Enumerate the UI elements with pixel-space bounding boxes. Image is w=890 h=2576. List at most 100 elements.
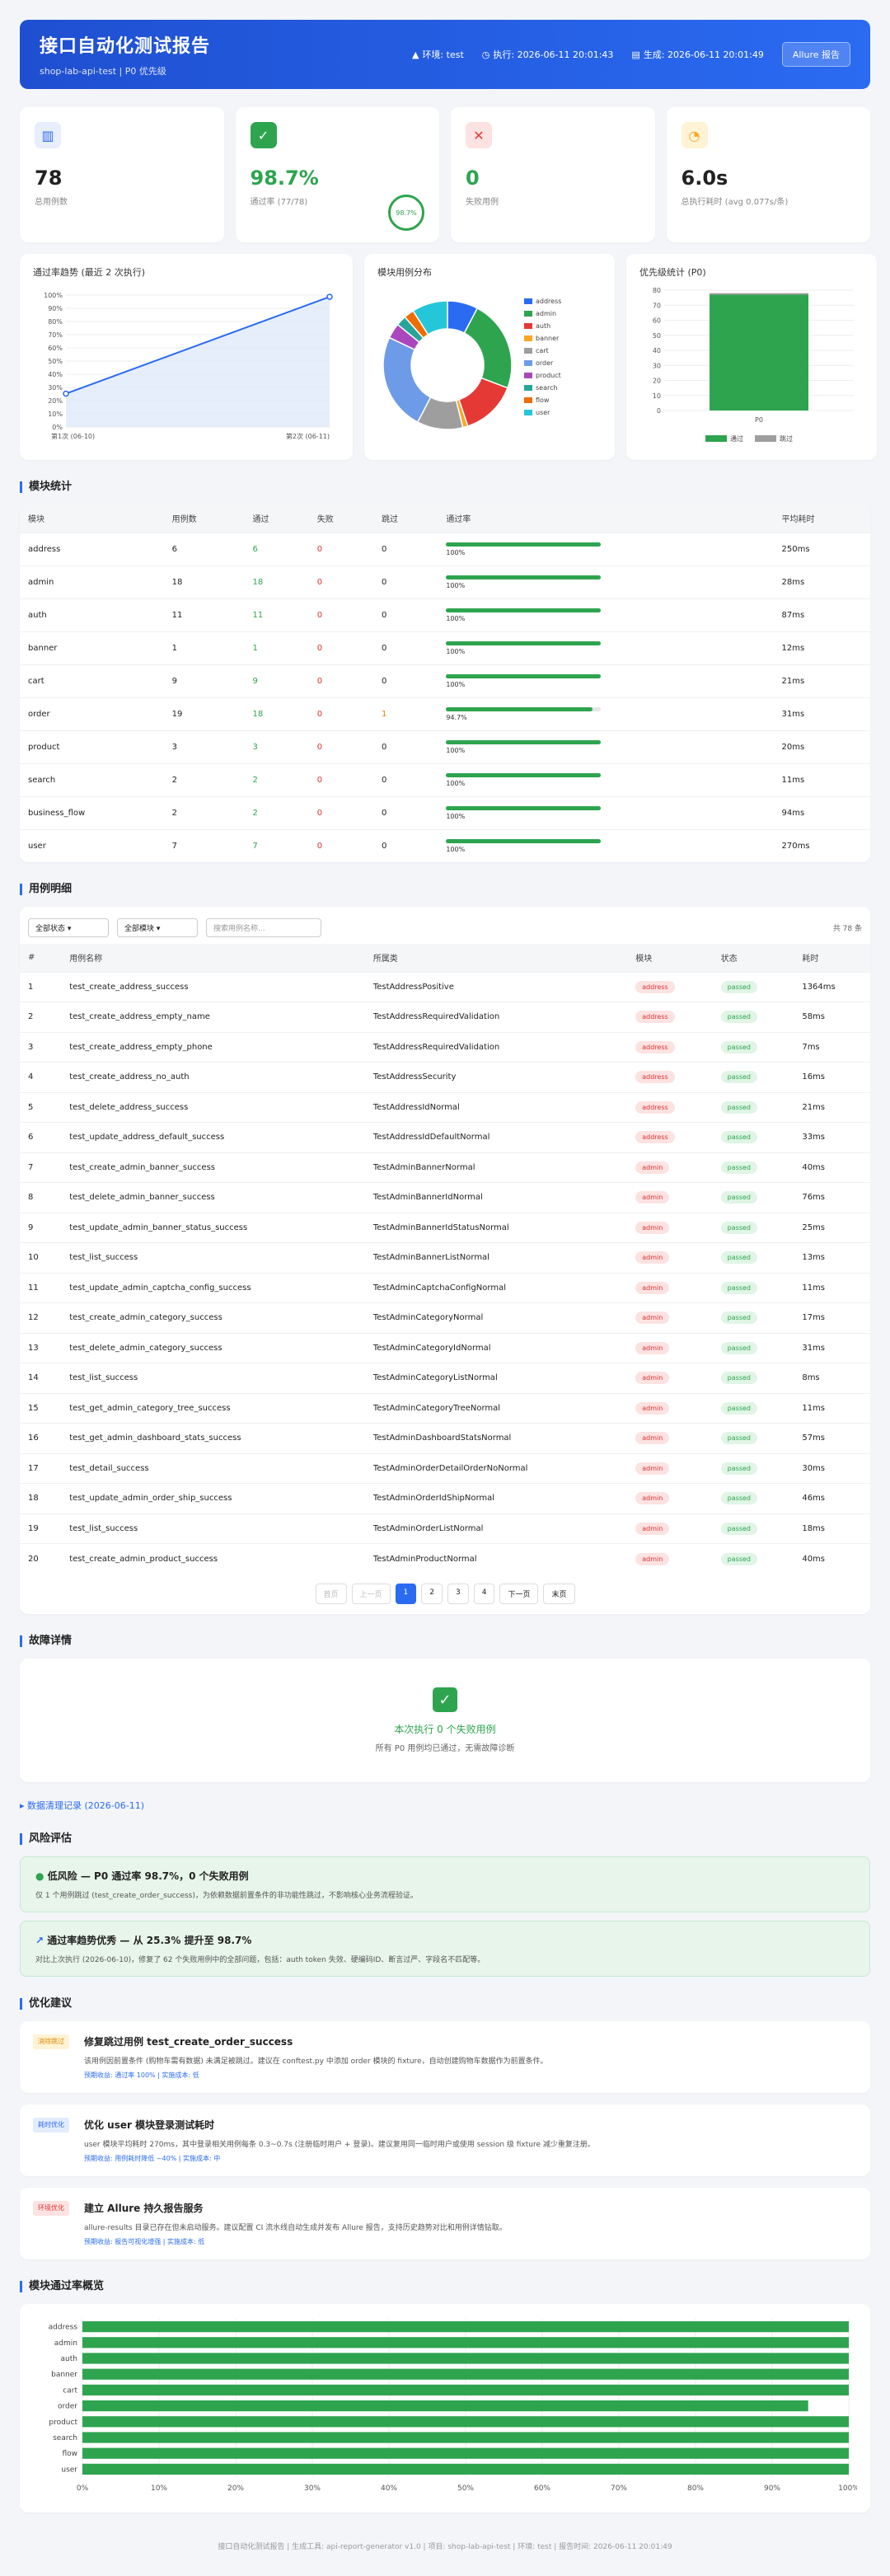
column-header: 模块 bbox=[20, 504, 164, 533]
module-filter-select[interactable]: 全部模块 ▾ bbox=[117, 918, 198, 937]
table-row[interactable]: 9 test_update_admin_banner_status_success… bbox=[20, 1212, 870, 1243]
case-index: 12 bbox=[20, 1302, 62, 1333]
table-row[interactable]: 19 test_list_success TestAdminOrderListNor… bbox=[20, 1513, 870, 1544]
table-row[interactable]: 20 test_create_admin_product_success TestA… bbox=[20, 1543, 870, 1574]
table-row[interactable]: 8 test_delete_admin_banner_success TestAdm… bbox=[20, 1182, 870, 1213]
table-row[interactable]: 6 test_update_address_default_success Test… bbox=[20, 1122, 870, 1152]
next-page-button[interactable]: 下一页 bbox=[499, 1584, 539, 1604]
case-index: 17 bbox=[20, 1452, 62, 1484]
table-row: business_flow 2 2 0 0 100% 94ms bbox=[20, 795, 870, 829]
module-total: 11 bbox=[163, 598, 245, 631]
module-badge: address bbox=[635, 1100, 675, 1114]
table-row[interactable]: 15 test_get_admin_category_tree_success Te… bbox=[20, 1392, 870, 1424]
module-pass: 11 bbox=[244, 598, 309, 631]
pass-rate-label: 100% bbox=[446, 779, 466, 787]
cleanup-record-toggle[interactable]: ▸ 数据清理记录 (2026-06-11) bbox=[20, 1799, 870, 1812]
overview-bar-search bbox=[82, 2432, 849, 2443]
case-status: passed bbox=[712, 1122, 794, 1152]
table-row[interactable]: 16 test_get_admin_dashboard_stats_success… bbox=[20, 1423, 870, 1453]
table-row[interactable]: 11 test_update_admin_captcha_config_succe… bbox=[20, 1272, 870, 1303]
triangle-icon: ▲ bbox=[411, 49, 419, 60]
module-pass: 18 bbox=[244, 697, 309, 730]
page-3-button[interactable]: 3 bbox=[447, 1584, 469, 1604]
pass-rate-ring: 98.7% bbox=[388, 195, 424, 231]
table-row[interactable]: 17 test_detail_success TestAdminOrderDetai… bbox=[20, 1452, 870, 1484]
table-row[interactable]: 1 test_create_address_success TestAddressP… bbox=[20, 971, 870, 1002]
status-badge: passed bbox=[720, 1311, 757, 1325]
case-status: passed bbox=[712, 1062, 794, 1092]
table-row[interactable]: 7 test_create_admin_banner_success TestAdm… bbox=[20, 1152, 870, 1183]
optimize-title: 优化建议 bbox=[20, 1998, 870, 2010]
legend-label-skip: 跳过 bbox=[780, 434, 793, 443]
last-page-button[interactable]: 末页 bbox=[543, 1584, 575, 1604]
no-failures-panel: ✓ 本次执行 0 个失败用例 所有 P0 用例均已通过，无需故障诊断 bbox=[20, 1659, 870, 1782]
table-row: search 2 2 0 0 100% 11ms bbox=[20, 762, 870, 796]
legend-swatch bbox=[524, 410, 532, 415]
pie-slice-auth bbox=[457, 377, 508, 427]
first-page-button[interactable]: 首页 bbox=[315, 1584, 347, 1604]
pass-rate-bar bbox=[446, 640, 602, 645]
case-status: passed bbox=[712, 1483, 794, 1513]
case-index: 10 bbox=[20, 1242, 62, 1273]
module-pass: 2 bbox=[244, 762, 309, 796]
module-avg-time: 21ms bbox=[773, 664, 870, 697]
pass-rate-fill bbox=[446, 805, 602, 810]
status-badge: passed bbox=[720, 1011, 757, 1024]
pass-rate-bar bbox=[446, 608, 602, 612]
table-row[interactable]: 12 test_create_admin_category_success Test… bbox=[20, 1302, 870, 1333]
table-row[interactable]: 14 test_list_success TestAdminCategoryList… bbox=[20, 1363, 870, 1393]
module-badge: admin bbox=[635, 1372, 670, 1385]
module-fail: 0 bbox=[308, 795, 374, 829]
y-tick-label: 60 bbox=[653, 317, 661, 325]
trend-area bbox=[66, 297, 330, 427]
check-icon: ✓ bbox=[250, 122, 277, 148]
module-badge: admin bbox=[635, 1221, 670, 1234]
allure-report-button[interactable]: Allure 报告 bbox=[781, 42, 850, 67]
case-duration: 76ms bbox=[794, 1182, 870, 1213]
table-row[interactable]: 13 test_delete_admin_category_success Test… bbox=[20, 1332, 870, 1363]
table-row[interactable]: 18 test_update_admin_order_ship_success Te… bbox=[20, 1483, 870, 1513]
case-duration: 30ms bbox=[794, 1452, 870, 1484]
y-tick-label: 40 bbox=[653, 347, 661, 354]
page-4-button[interactable]: 4 bbox=[473, 1584, 495, 1604]
legend-label: banner bbox=[536, 335, 560, 342]
page-1-button[interactable]: 1 bbox=[395, 1584, 417, 1604]
table-row: product 3 3 0 0 100% 20ms bbox=[20, 730, 870, 763]
legend-swatch bbox=[524, 348, 532, 354]
page-2-button[interactable]: 2 bbox=[421, 1584, 443, 1604]
table-row[interactable]: 10 test_list_success TestAdminBannerListNo… bbox=[20, 1242, 870, 1273]
case-duration: 8ms bbox=[794, 1363, 870, 1393]
priority-bar-chart: 0 10 20 30 40 50 60 70 80 P0 通过 跳过 bbox=[653, 287, 854, 443]
module-pie-chart: address admin auth banner cart order product se… bbox=[382, 298, 561, 430]
table-row[interactable]: 3 test_create_address_empty_phone TestAddr… bbox=[20, 1031, 870, 1063]
case-class: TestAddressPositive bbox=[364, 971, 628, 1002]
status-badge: passed bbox=[720, 1341, 757, 1354]
stat-value: 0 bbox=[466, 167, 480, 190]
table-row[interactable]: 2 test_create_address_empty_name TestAddre… bbox=[20, 1002, 870, 1032]
case-index: 11 bbox=[20, 1272, 62, 1303]
module-badge: admin bbox=[635, 1281, 670, 1294]
module-fail: 0 bbox=[308, 532, 374, 565]
table-row[interactable]: 5 test_delete_address_success TestAddressI… bbox=[20, 1091, 870, 1123]
y-tick-label: auth bbox=[61, 2355, 77, 2363]
status-badge: passed bbox=[720, 1221, 757, 1234]
legend-label-pass: 通过 bbox=[730, 434, 743, 443]
status-filter-select[interactable]: 全部状态 ▾ bbox=[28, 918, 109, 937]
case-search-input[interactable]: 搜索用例名称... bbox=[206, 918, 321, 937]
module-skip: 0 bbox=[373, 730, 438, 763]
prev-page-button[interactable]: 上一页 bbox=[351, 1584, 391, 1604]
case-name: test_create_address_no_auth bbox=[61, 1062, 365, 1092]
case-module: address bbox=[627, 1122, 713, 1152]
legend-label: user bbox=[536, 409, 550, 416]
column-header: 所属类 bbox=[364, 944, 628, 972]
case-name: test_update_admin_captcha_config_success bbox=[61, 1272, 365, 1303]
case-module: admin bbox=[627, 1212, 713, 1243]
module-badge: admin bbox=[635, 1432, 670, 1445]
table-row[interactable]: 4 test_create_address_no_auth TestAddressS… bbox=[20, 1062, 870, 1092]
module-name: business_flow bbox=[20, 795, 164, 829]
table-row: auth 11 11 0 0 100% 87ms bbox=[20, 598, 870, 631]
y-tick-label: 60% bbox=[48, 345, 63, 352]
module-avg-time: 12ms bbox=[773, 631, 870, 664]
column-header: 耗时 bbox=[794, 944, 870, 972]
case-duration: 57ms bbox=[794, 1423, 870, 1453]
